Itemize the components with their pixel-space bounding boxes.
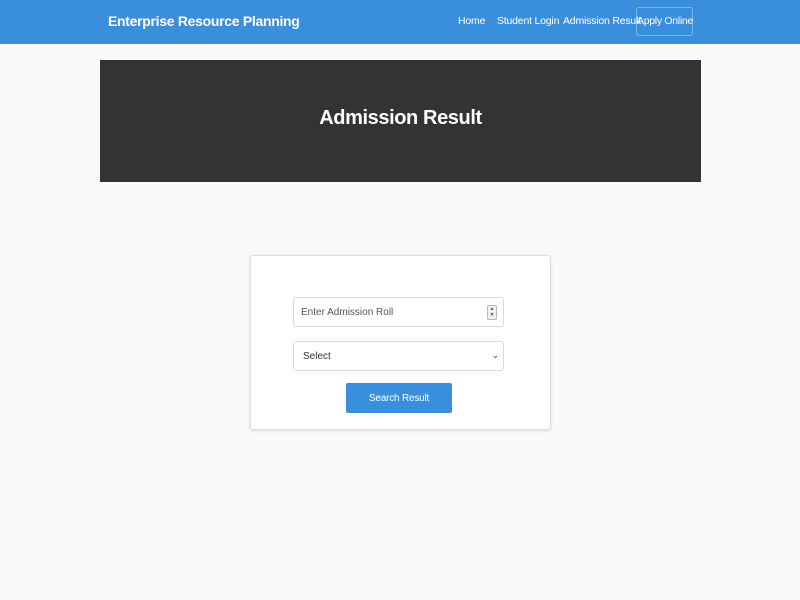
number-spinner-icon[interactable]: ▲ ▼ xyxy=(487,305,497,320)
program-select[interactable]: Select ⌄ xyxy=(293,341,504,371)
search-result-button[interactable]: Search Result xyxy=(346,383,452,413)
page-banner: Admission Result xyxy=(100,60,701,182)
admission-roll-input[interactable] xyxy=(294,298,484,326)
admission-roll-field: ▲▼ xyxy=(293,297,504,327)
nav-link-home[interactable]: Home xyxy=(458,15,485,27)
brand-logo-text[interactable]: Enterprise Resource Planning xyxy=(108,13,300,29)
select-value: Select xyxy=(303,351,331,362)
search-card: ▲▼ Select ⌄ Search Result xyxy=(250,255,551,430)
nav-link-admission-result[interactable]: Admission Result xyxy=(563,15,641,27)
page-title: Admission Result xyxy=(319,107,482,129)
top-navbar: Enterprise Resource Planning Home Studen… xyxy=(0,0,800,44)
nav-link-student-login[interactable]: Student Login xyxy=(497,15,559,27)
chevron-down-icon: ⌄ xyxy=(491,350,499,360)
apply-online-button[interactable]: Apply Online xyxy=(636,7,693,36)
